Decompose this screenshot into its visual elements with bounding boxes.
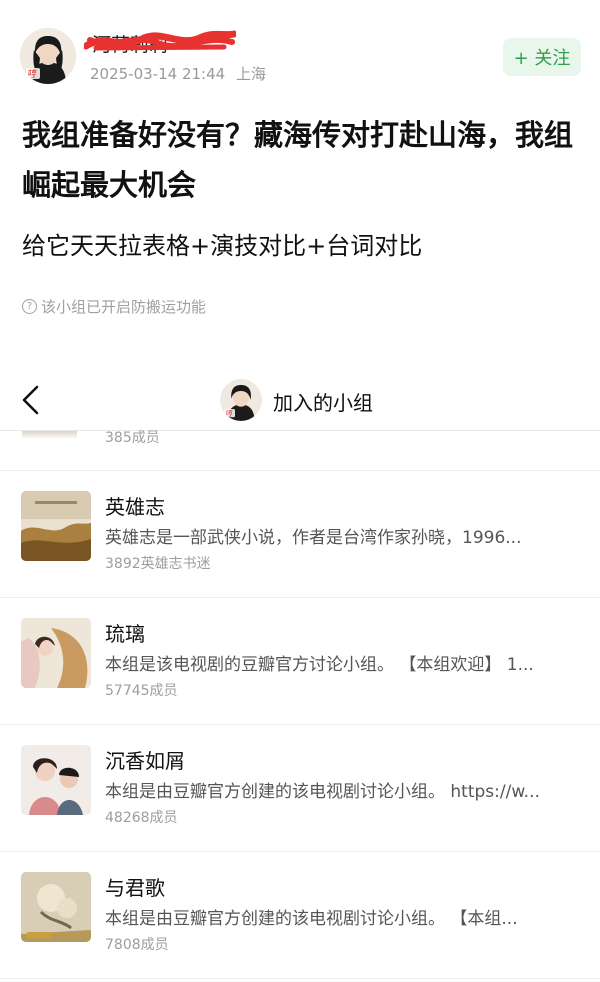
group-member-count: 57745成员 [105, 683, 178, 699]
group-thumbnail [21, 872, 91, 942]
group-thumbnail [21, 491, 91, 561]
group-description: 本组是由豆瓣官方创建的该电视剧讨论小组。 https://w... [105, 782, 540, 802]
follow-button[interactable]: + 关注 [503, 38, 581, 76]
group-name: 琉璃 [105, 622, 145, 646]
groups-nav-bar: 哼 加入的小组 [0, 370, 600, 430]
group-member-count: 3892英雄志书迷 [105, 556, 211, 572]
post-title: 我组准备好没有？藏海传对打赴山海，我组崛起最大机会 [22, 118, 574, 202]
previous-group-row[interactable]: 385成员 [0, 430, 600, 469]
joined-groups-list: 英雄志 英雄志是一部武侠小说，作者是台湾作家孙晓，1996... 3892英雄志… [0, 470, 600, 979]
previous-group-thumbnail [22, 431, 77, 439]
notice-text: 该小组已开启防搬运功能 [41, 298, 207, 316]
group-thumbnail [21, 618, 91, 688]
anti-repost-notice: ? 该小组已开启防搬运功能 [22, 296, 206, 317]
group-member-count: 48268成员 [105, 810, 178, 826]
back-chevron-icon[interactable] [18, 384, 44, 416]
author-avatar[interactable]: 哼 [20, 28, 76, 84]
post-header: 哼 河荷莉莉 2025-03-14 21:44 上海 + 关注 [0, 0, 600, 100]
nav-title: 加入的小组 [273, 391, 373, 415]
group-member-count: 7808成员 [105, 937, 169, 953]
post-meta: 2025-03-14 21:44 上海 [90, 63, 266, 84]
group-description: 本组是由豆瓣官方创建的该电视剧讨论小组。 【本组... [105, 909, 518, 929]
post-body: 给它天天拉表格+演技对比+台词对比 [22, 232, 423, 260]
group-row[interactable]: 沉香如屑 本组是由豆瓣官方创建的该电视剧讨论小组。 https://w... 4… [0, 724, 600, 851]
svg-text:哼: 哼 [226, 409, 233, 418]
group-description: 本组是该电视剧的豆瓣官方讨论小组。 【本组欢迎】 1... [105, 655, 534, 675]
group-description: 英雄志是一部武侠小说，作者是台湾作家孙晓，1996... [105, 528, 522, 548]
redaction-scribble [84, 30, 236, 51]
nav-avatar: 哼 [220, 379, 262, 421]
group-row[interactable]: 与君歌 本组是由豆瓣官方创建的该电视剧讨论小组。 【本组... 7808成员 [0, 851, 600, 979]
group-row[interactable]: 英雄志 英雄志是一部武侠小说，作者是台湾作家孙晓，1996... 3892英雄志… [0, 470, 600, 597]
group-name: 沉香如屑 [105, 749, 185, 773]
group-name: 与君歌 [105, 876, 165, 900]
group-thumbnail [21, 745, 91, 815]
post-location: 上海 [235, 65, 266, 83]
group-name: 英雄志 [105, 495, 165, 519]
post-date: 2025-03-14 21:44 [90, 65, 226, 83]
svg-text:哼: 哼 [28, 68, 37, 80]
previous-group-count: 385成员 [105, 430, 160, 446]
question-circle-icon: ? [22, 299, 37, 314]
group-row[interactable]: 琉璃 本组是该电视剧的豆瓣官方讨论小组。 【本组欢迎】 1... 57745成员 [0, 597, 600, 724]
